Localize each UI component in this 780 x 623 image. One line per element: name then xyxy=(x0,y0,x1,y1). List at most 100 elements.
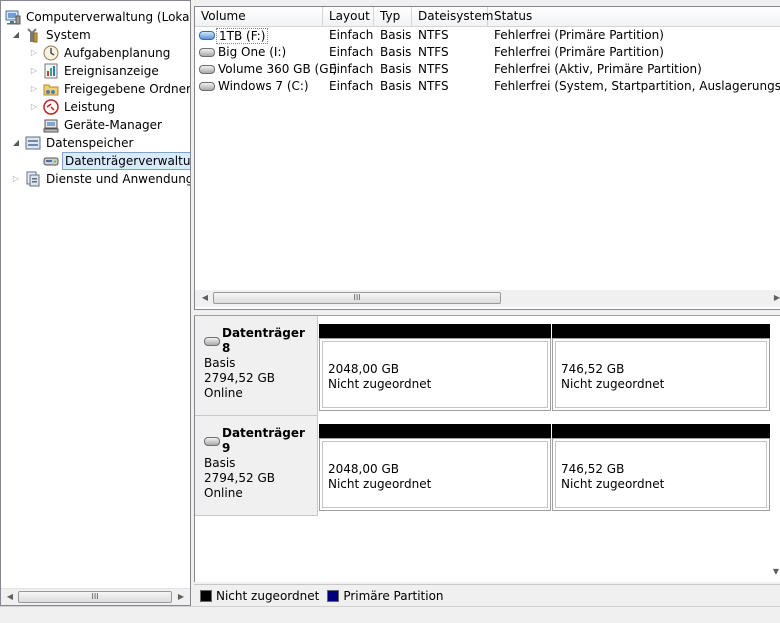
tree-item-label: Leistung xyxy=(64,100,115,114)
tree-item-label: Geräte-Manager xyxy=(64,118,162,132)
disk-type: Basis xyxy=(204,456,236,470)
disk-size: 2794,52 GB xyxy=(204,371,275,385)
volume-status: Fehlerfrei (Primäre Partition) xyxy=(494,45,664,59)
disk-row[interactable]: Datenträger 8 Basis 2794,52 GB Online 20… xyxy=(195,316,780,416)
expanded-arrow-icon[interactable]: ◢ xyxy=(11,134,21,152)
tree-item-shared-folders[interactable]: ▷ Freigegebene Ordner xyxy=(29,80,191,98)
column-header-filesystem[interactable]: Dateisystem xyxy=(412,7,493,27)
volume-status: Fehlerfrei (Aktiv, Primäre Partition) xyxy=(494,62,702,76)
partition-bar xyxy=(552,324,770,338)
scroll-right-icon[interactable]: ▶ xyxy=(173,589,189,605)
partition-size: 2048,00 GB xyxy=(328,462,399,476)
collapsed-arrow-icon[interactable]: ▷ xyxy=(29,80,39,98)
partition-label: Nicht zugeordnet xyxy=(561,477,665,491)
volume-name: Windows 7 (C:) xyxy=(218,79,309,93)
scroll-down-icon[interactable]: ▼ xyxy=(768,564,780,580)
volume-type: Basis xyxy=(380,79,412,93)
tree-item-label: Dienste und Anwendungen xyxy=(46,172,190,186)
volume-layout: Einfach xyxy=(329,28,374,42)
legend-swatch xyxy=(327,589,340,602)
tree-item-label: Freigegebene Ordner xyxy=(64,82,191,96)
tree-item-disk-management[interactable]: Datenträgerverwaltung xyxy=(43,152,190,170)
disk-vertical-scrollbar[interactable]: ▼ xyxy=(772,516,780,582)
partition-block[interactable]: 746,52 GB Nicht zugeordnet xyxy=(552,324,770,411)
legend-swatch xyxy=(200,589,212,602)
volume-row[interactable]: Volume 360 GB (G:) Einfach Basis NTFS Fe… xyxy=(195,61,780,78)
column-header-status[interactable]: Status xyxy=(488,7,780,27)
disk-info[interactable]: Datenträger 9 Basis 2794,52 GB Online xyxy=(195,416,318,516)
partition-label: Nicht zugeordnet xyxy=(561,377,665,391)
expanded-arrow-icon[interactable]: ◢ xyxy=(11,26,21,44)
navigation-tree[interactable]: Computerverwaltung (Lokal) ◢ System ▷ Au… xyxy=(0,0,191,606)
collapsed-arrow-icon[interactable]: ▷ xyxy=(29,62,39,80)
disk-row[interactable]: Datenträger 9 Basis 2794,52 GB Online 20… xyxy=(195,416,780,516)
legend-label: Nicht zugeordnet xyxy=(216,588,320,603)
partition-block[interactable]: 746,52 GB Nicht zugeordnet xyxy=(552,424,770,511)
partition-bar xyxy=(319,424,551,438)
partition-block[interactable]: 2048,00 GB Nicht zugeordnet xyxy=(319,324,551,411)
volume-horizontal-scrollbar[interactable]: ◀ III ▶ xyxy=(195,290,780,307)
collapsed-arrow-icon[interactable]: ▷ xyxy=(29,44,39,62)
column-header-volume[interactable]: Volume xyxy=(195,7,323,27)
drive-icon xyxy=(199,48,215,57)
volume-status: Fehlerfrei (System, Startpartition, Ausl… xyxy=(494,79,780,93)
volume-type: Basis xyxy=(380,62,412,76)
volume-type: Basis xyxy=(380,28,412,42)
volume-name-cell: Volume 360 GB (G:) xyxy=(195,61,337,78)
partition-size: 746,52 GB xyxy=(561,362,625,376)
tree-item-computer-management[interactable]: Computerverwaltung (Lokal) xyxy=(5,8,190,26)
scrollbar-thumb[interactable]: III xyxy=(213,292,501,304)
volume-name: Volume 360 GB (G:) xyxy=(218,62,338,76)
drive-icon xyxy=(199,65,215,74)
partition-block[interactable]: 2048,00 GB Nicht zugeordnet xyxy=(319,424,551,511)
partition-size: 2048,00 GB xyxy=(328,362,399,376)
disk-map[interactable]: Datenträger 8 Basis 2794,52 GB Online 20… xyxy=(194,316,780,582)
volume-row[interactable]: 1TB (F:) Einfach Basis NTFS Fehlerfrei (… xyxy=(195,27,780,44)
volume-list[interactable]: Volume Layout Typ Dateisystem Status 1TB… xyxy=(194,6,780,310)
status-bar xyxy=(0,606,780,623)
disk-state: Online xyxy=(204,486,243,500)
disk-name: Datenträger 9 xyxy=(222,426,305,455)
volume-status: Fehlerfrei (Primäre Partition) xyxy=(494,28,664,42)
tree-item-services[interactable]: ▷ Dienste und Anwendungen xyxy=(11,170,190,188)
partition-label: Nicht zugeordnet xyxy=(328,377,432,391)
partition-bar xyxy=(319,324,551,338)
tree-item-task-scheduler[interactable]: ▷ Aufgabenplanung xyxy=(29,44,172,62)
scrollbar-thumb[interactable]: III xyxy=(18,591,172,603)
volume-filesystem: NTFS xyxy=(418,28,449,42)
volume-name-cell: Big One (I:) xyxy=(195,44,323,61)
disk-size: 2794,52 GB xyxy=(204,471,275,485)
services-icon xyxy=(25,171,41,187)
tree-item-storage[interactable]: ◢ Datenspeicher xyxy=(11,134,135,152)
volume-layout: Einfach xyxy=(329,62,374,76)
tree-item-device-manager[interactable]: Geräte-Manager xyxy=(43,116,164,134)
partition-bar xyxy=(552,424,770,438)
collapsed-arrow-icon[interactable]: ▷ xyxy=(29,98,39,116)
volume-name: Big One (I:) xyxy=(218,45,287,59)
drive-icon xyxy=(199,82,215,91)
volume-filesystem: NTFS xyxy=(418,79,449,93)
volume-row[interactable]: Windows 7 (C:) Einfach Basis NTFS Fehler… xyxy=(195,78,780,95)
clock-icon xyxy=(43,45,59,61)
scroll-right-icon[interactable]: ▶ xyxy=(769,290,780,306)
tree-horizontal-scrollbar[interactable]: ◀ III ▶ xyxy=(1,588,190,605)
volume-layout: Einfach xyxy=(329,79,374,93)
scroll-left-icon[interactable]: ◀ xyxy=(2,589,18,605)
volume-filesystem: NTFS xyxy=(418,45,449,59)
scroll-left-icon[interactable]: ◀ xyxy=(197,290,213,306)
column-header-type[interactable]: Typ xyxy=(374,7,412,27)
collapsed-arrow-icon[interactable]: ▷ xyxy=(11,170,21,188)
event-viewer-icon xyxy=(43,63,59,79)
legend: Nicht zugeordnet Primäre Partition xyxy=(194,584,780,606)
tree-item-system[interactable]: ◢ System xyxy=(11,26,93,44)
tools-icon xyxy=(25,27,41,43)
disk-info[interactable]: Datenträger 8 Basis 2794,52 GB Online xyxy=(195,316,318,416)
tree-item-performance[interactable]: ▷ Leistung xyxy=(29,98,117,116)
volume-row[interactable]: Big One (I:) Einfach Basis NTFS Fehlerfr… xyxy=(195,44,780,61)
tree-item-label: Datenträgerverwaltung xyxy=(62,152,190,170)
tree-item-event-viewer[interactable]: ▷ Ereignisanzeige xyxy=(29,62,161,80)
drive-icon xyxy=(199,31,215,40)
disk-name: Datenträger 8 xyxy=(222,326,305,355)
column-header-layout[interactable]: Layout xyxy=(323,7,374,27)
volume-name: 1TB (F:) xyxy=(216,27,269,44)
